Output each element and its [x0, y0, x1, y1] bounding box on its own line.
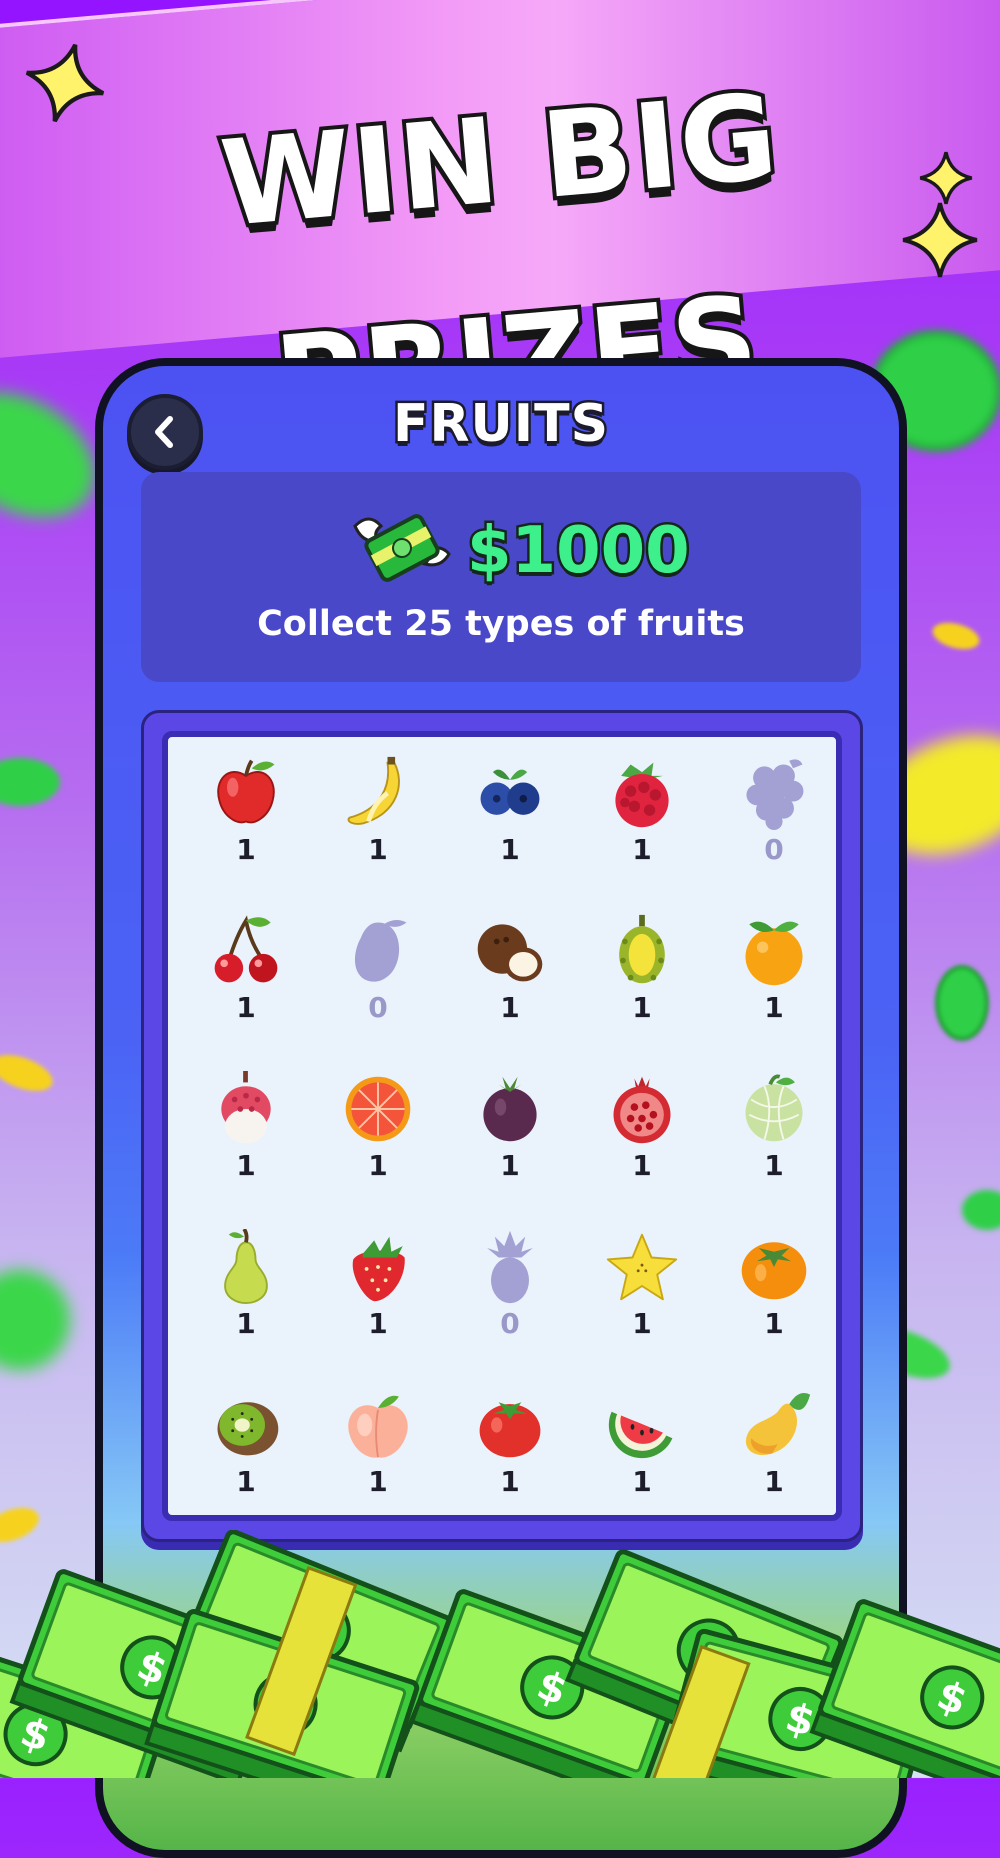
fruit-count: 1 [764, 1149, 784, 1182]
blueberry-icon [480, 769, 540, 815]
fruit-cell-pear[interactable]: 1 [180, 1229, 312, 1379]
melon-icon [745, 1074, 803, 1142]
fruit-count: 1 [368, 833, 388, 866]
fruit-count: 1 [632, 991, 652, 1024]
fruit-cell-mangosteen[interactable]: 1 [444, 1071, 576, 1221]
fruit-count: 1 [500, 833, 520, 866]
persimmon-icon [741, 1242, 807, 1300]
sparkle-icon [25, 43, 105, 123]
fruit-cell-banana[interactable]: 1 [312, 755, 444, 905]
fruit-count: 1 [632, 1307, 652, 1340]
fruit-cell-cherry[interactable]: 1 [180, 913, 312, 1063]
fruit-count: 1 [236, 1465, 256, 1498]
cherry-icon [214, 915, 278, 983]
fruit-cell-raspberry[interactable]: 1 [576, 755, 708, 905]
fruit-cell-mango[interactable]: 1 [708, 1387, 840, 1537]
prize-description: Collect 25 types of fruits [257, 604, 745, 644]
fruit-count: 1 [368, 1465, 388, 1498]
watermelon-icon [608, 1411, 673, 1459]
fruit-cell-kiwi[interactable]: 1 [180, 1387, 312, 1537]
green-coin-icon [935, 965, 989, 1041]
fruit-cell-pineapple[interactable]: 0 [444, 1229, 576, 1379]
fruit-cell-lemon[interactable]: 0 [312, 913, 444, 1063]
sparkle-icon [919, 151, 973, 205]
fruit-count: 1 [632, 1149, 652, 1182]
fruit-count: 0 [500, 1307, 520, 1340]
mango-icon [745, 1393, 811, 1456]
fruit-cell-peach[interactable]: 1 [312, 1387, 444, 1537]
fruit-cell-watermelon[interactable]: 1 [576, 1387, 708, 1537]
pear-icon [224, 1229, 268, 1305]
fruit-count: 1 [236, 833, 256, 866]
fruit-count: 1 [500, 1149, 520, 1182]
fruit-cell-grapefruit[interactable]: 1 [312, 1071, 444, 1221]
strawberry-icon [352, 1236, 405, 1302]
lemon-icon [354, 920, 407, 982]
fruit-grid: 1 1 1 1 0 1 0 1 1 1 1 1 1 1 1 1 1 0 1 1 … [162, 731, 842, 1521]
pineapple-icon [487, 1230, 533, 1304]
fruit-cell-durian[interactable]: 1 [576, 913, 708, 1063]
page-title: FRUITS [390, 392, 610, 457]
fruit-collection-panel: 1 1 1 1 0 1 0 1 1 1 1 1 1 1 1 1 1 0 1 1 … [141, 710, 863, 1542]
fruit-cell-pomegranate[interactable]: 1 [576, 1071, 708, 1221]
tomato-icon [479, 1402, 541, 1458]
tangerine-icon [745, 921, 803, 986]
fruit-count: 1 [368, 1149, 388, 1182]
fruit-cell-coconut[interactable]: 1 [444, 913, 576, 1063]
apple-icon [217, 759, 275, 824]
fruit-count: 1 [236, 991, 256, 1024]
fruit-count: 1 [764, 991, 784, 1024]
fruit-count: 1 [764, 1465, 784, 1498]
fruit-cell-starfruit[interactable]: 1 [576, 1229, 708, 1379]
fruit-cell-lychee[interactable]: 1 [180, 1071, 312, 1221]
fruit-count: 1 [368, 1307, 388, 1340]
fruit-cell-strawberry[interactable]: 1 [312, 1229, 444, 1379]
green-coin-icon [0, 758, 60, 806]
raspberry-icon [615, 762, 669, 828]
pomegranate-icon [613, 1076, 671, 1144]
fruit-count: 1 [632, 1465, 652, 1498]
gold-coin-icon [929, 618, 983, 654]
fruit-count: 1 [236, 1307, 256, 1340]
coconut-icon [477, 924, 543, 982]
fruit-cell-persimmon[interactable]: 1 [708, 1229, 840, 1379]
gold-coin-icon [0, 1047, 58, 1099]
peach-icon [348, 1395, 408, 1458]
fruit-cell-blueberry[interactable]: 1 [444, 755, 576, 905]
grapes-icon [746, 759, 804, 831]
fruit-cell-tangerine[interactable]: 1 [708, 913, 840, 1063]
fruit-count: 0 [368, 991, 388, 1024]
prize-card: $1000 Collect 25 types of fruits [141, 472, 861, 682]
sparkle-icon [902, 202, 978, 278]
prize-amount: $1000 [465, 512, 693, 591]
fruit-cell-melon[interactable]: 1 [708, 1071, 840, 1221]
mangosteen-icon [483, 1076, 537, 1142]
starfruit-icon [606, 1233, 678, 1301]
money-pile-icon: $ [0, 1530, 1000, 1778]
fruit-count: 1 [500, 991, 520, 1024]
fruit-count: 1 [500, 1465, 520, 1498]
durian-icon [619, 914, 665, 984]
fruit-count: 1 [632, 833, 652, 866]
green-coin-icon [0, 1270, 70, 1370]
fruit-count: 1 [236, 1149, 256, 1182]
fruit-cell-apple[interactable]: 1 [180, 755, 312, 905]
kiwi-icon [217, 1402, 279, 1456]
fruit-cell-grapes[interactable]: 0 [708, 755, 840, 905]
fruit-count: 1 [764, 1307, 784, 1340]
banana-icon [347, 756, 400, 825]
flying-money-icon [353, 514, 451, 582]
lychee-icon [221, 1071, 271, 1144]
fruit-count: 0 [764, 833, 784, 866]
green-coin-icon [962, 1190, 1000, 1230]
fruit-cell-tomato[interactable]: 1 [444, 1387, 576, 1537]
grapefruit-icon [345, 1076, 411, 1142]
